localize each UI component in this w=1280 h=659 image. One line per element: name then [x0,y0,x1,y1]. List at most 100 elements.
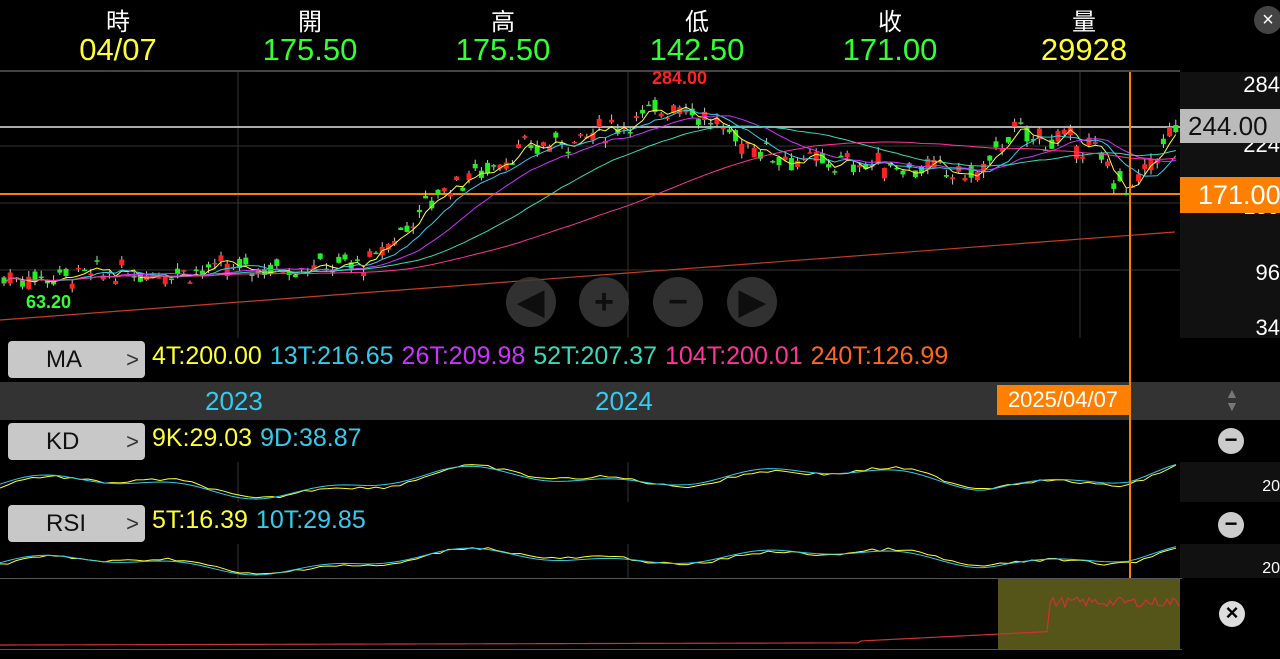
candle [472,163,478,169]
candle [522,136,528,138]
candle [1049,139,1055,149]
ma-52: 52T:207.37 [533,342,657,370]
candle [1142,164,1148,170]
candle [658,113,664,117]
candle [75,267,81,270]
rsi-chart [0,544,1177,578]
kd-row: KD > 9K:29.03 9D:38.87 − [0,420,1244,462]
ma-row: MA > 4T:200.00 13T:216.65 26T:209.98 52T:207… [0,338,1180,380]
candle [1012,121,1018,127]
axis-label: 34 [1255,315,1280,340]
indicator-line [0,464,1177,499]
candle [950,177,956,180]
close-overview-button[interactable]: × [1219,601,1245,627]
candle [528,145,534,149]
kd-settings-button[interactable]: KD > [8,423,145,460]
candle [795,160,801,168]
candle [435,189,441,195]
cursor-date-label: 2025/04/07 [997,385,1129,415]
candle [571,141,577,144]
value-high: 175.50 [455,32,551,67]
rsi-row: RSI > 5T:16.39 10T:29.85 − [0,502,1244,544]
rsi-settings-button[interactable]: RSI > [8,505,145,542]
candle [336,256,342,263]
axis-label: 284 [1243,72,1280,97]
timeline-bar: 2023 2024 2025/04/07 ▲ ▼ [0,382,1280,420]
value-time: 04/07 [79,32,157,67]
candle [94,260,100,262]
candle [720,127,726,130]
ma-104: 104T:200.01 [664,342,803,370]
value-volume: 29928 [1040,32,1128,67]
candle [69,283,75,289]
candle [832,171,838,173]
scroll-right-button[interactable]: ▶ [727,277,777,327]
value-close: 171.00 [842,32,938,67]
candle [1173,124,1179,133]
candle [1061,129,1067,135]
rsi-10: 10T:29.85 [255,506,366,534]
candle [38,276,44,279]
candle [1111,183,1117,189]
candle [218,255,224,262]
zoom-out-button[interactable]: − [653,277,703,327]
scroll-left-button[interactable]: ◀ [506,277,556,327]
chevron-right-icon: > [126,347,139,372]
candle [819,153,825,164]
candle [695,119,701,125]
ma-settings-button[interactable]: MA > [8,341,145,378]
rsi-label: RSI [46,510,87,537]
candle [881,167,887,179]
candle [578,134,584,136]
candle [962,177,968,181]
candle [838,155,844,158]
value-low: 142.50 [649,32,745,67]
candle [1018,122,1024,124]
candle [454,176,460,181]
close-button[interactable]: × [1254,6,1280,34]
candle [485,162,491,174]
chevron-right-icon: > [126,429,139,454]
candle [596,118,602,127]
candle [987,155,993,161]
candle [912,170,918,178]
candle [646,104,652,107]
candle [770,161,776,163]
candle [317,253,323,259]
price-axis: 284 224 159 96 34 244.00 171.00 [1180,72,1280,340]
indicator-line [0,547,1177,575]
candle [206,264,212,268]
candle [1105,161,1111,167]
candle [993,141,999,148]
candle [1123,193,1129,195]
ma-4: 4T:200.00 [152,342,262,370]
kd-d: 9D:38.87 [260,424,362,452]
axis-label: 96 [1255,260,1280,285]
candle [540,142,546,147]
candle [633,116,639,118]
candle [1136,174,1142,182]
ma-label: MA [46,346,82,373]
remove-kd-button[interactable]: − [1218,428,1244,454]
ma-26: 26T:209.98 [401,342,526,370]
remove-rsi-button[interactable]: − [1218,512,1244,538]
candle [292,274,298,278]
candle [156,277,162,279]
candle [193,269,199,271]
candle [900,170,906,175]
candle [416,209,422,213]
candle [113,281,119,285]
candle [57,269,63,273]
overview-navigator[interactable] [0,578,1182,650]
candle [807,152,813,154]
candle [398,227,404,230]
kd-chart [0,462,1177,502]
ma-240: 240T:126.99 [810,342,949,370]
candle [751,147,757,158]
candle [491,165,497,167]
candle [844,153,850,158]
zoom-in-button[interactable]: + [579,277,629,327]
candle [609,119,615,123]
resize-handle-icon[interactable]: ▲ ▼ [1225,386,1239,413]
crosshair-vertical [1129,72,1131,578]
